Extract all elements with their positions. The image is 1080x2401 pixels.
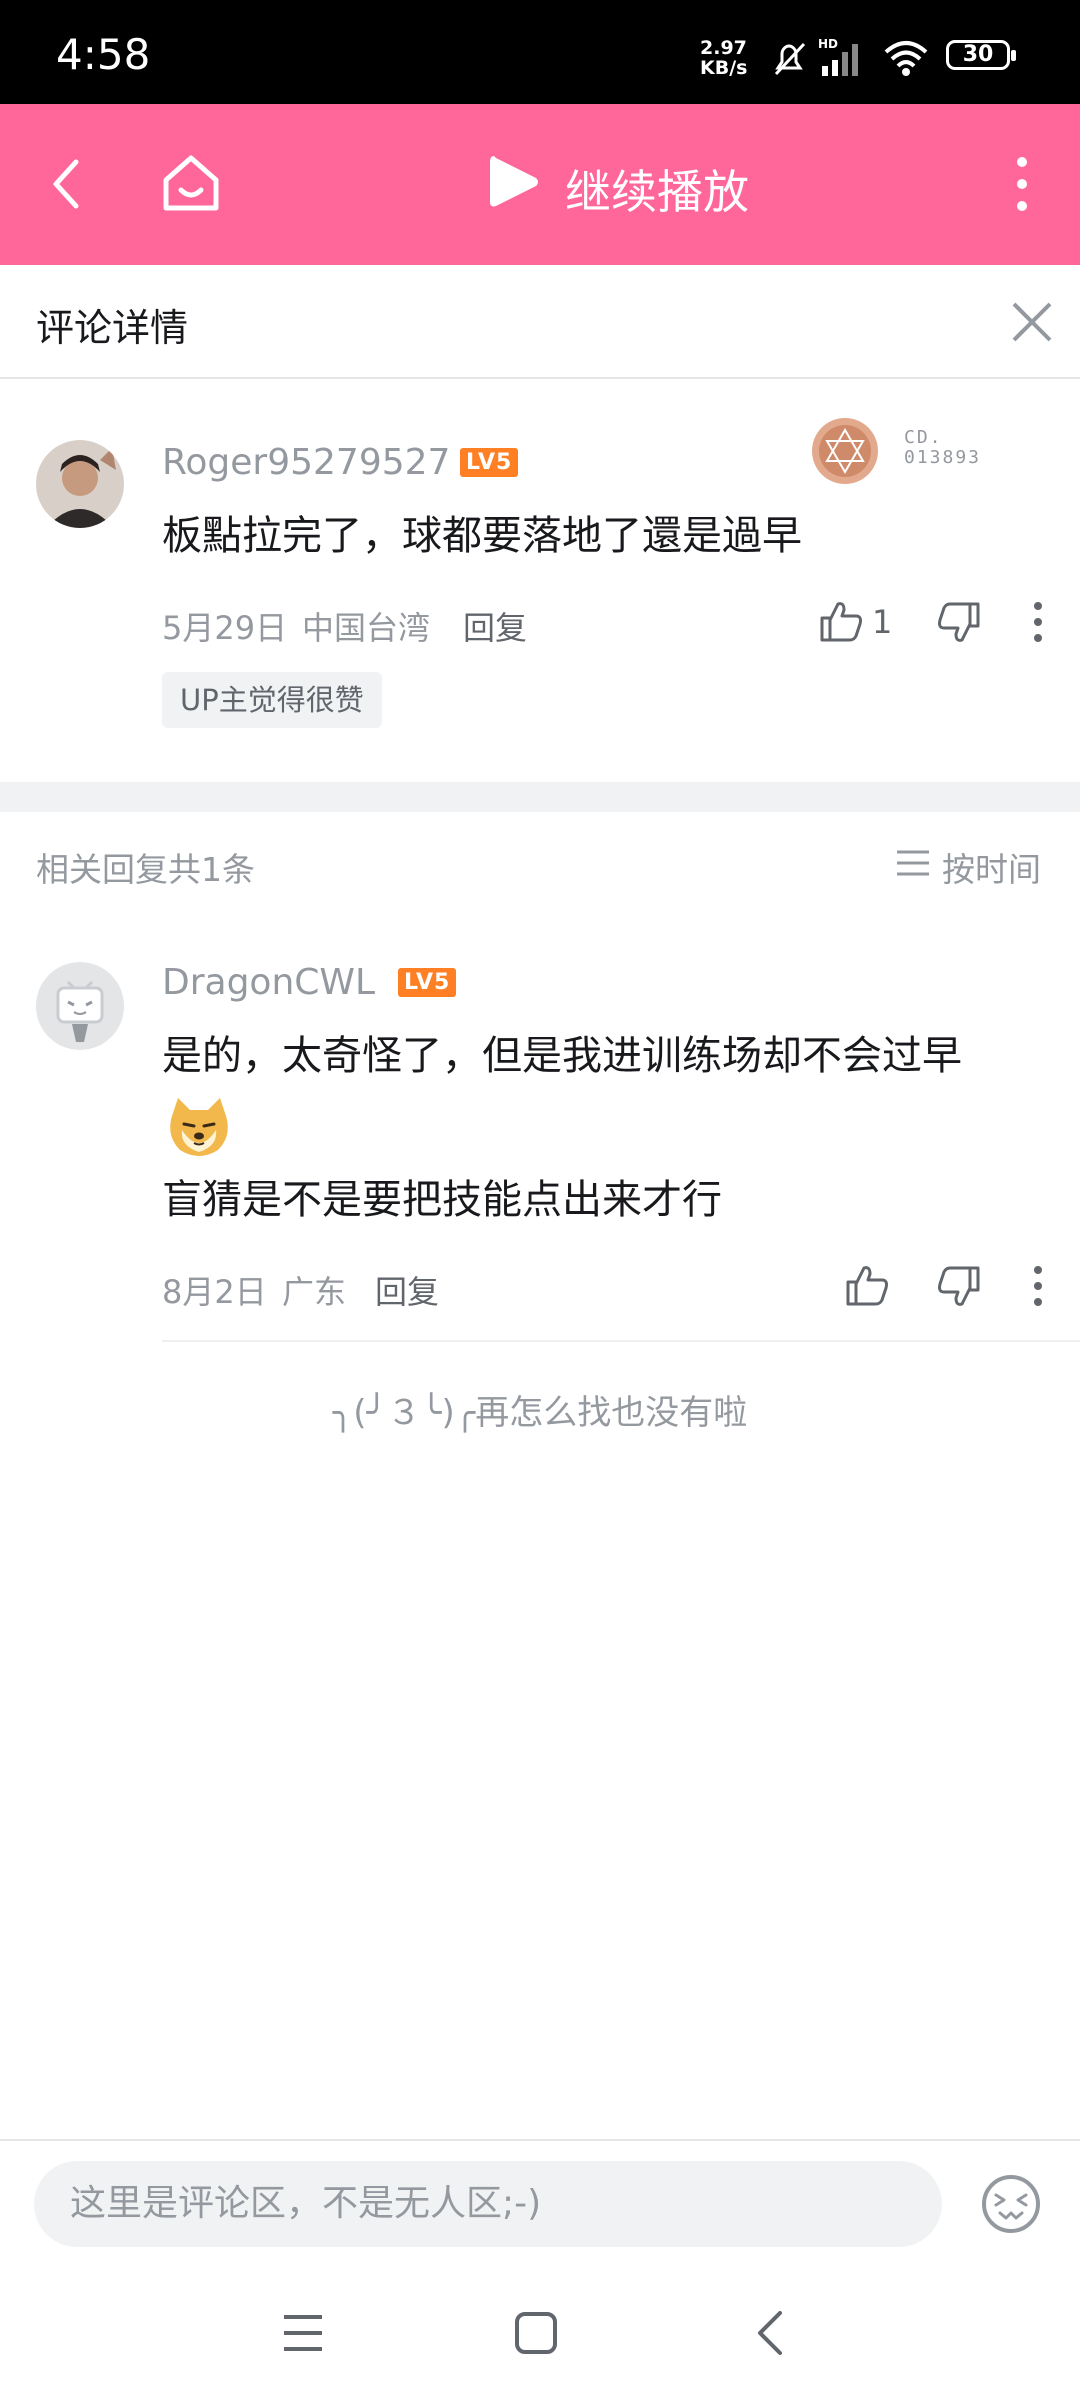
mute-bell-icon — [774, 42, 806, 76]
reply-more-icon[interactable] — [1030, 1264, 1046, 1308]
continue-play-label[interactable]: 继续播放 — [565, 156, 749, 222]
sort-by-time-button[interactable]: 按时间 — [942, 843, 1041, 891]
signal-icon: HD — [818, 37, 858, 76]
more-vertical-icon[interactable] — [1012, 154, 1032, 214]
comment-username[interactable]: Roger95279527 — [162, 442, 450, 483]
avatar[interactable] — [36, 440, 124, 528]
like-icon[interactable] — [818, 598, 864, 644]
comment-more-icon[interactable] — [1030, 600, 1046, 644]
continue-play-button[interactable] — [488, 152, 540, 212]
back-nav-icon[interactable] — [752, 2309, 786, 2357]
home-icon[interactable] — [160, 152, 222, 214]
end-of-list-message: ╮(╯３╰)╭再怎么找也没有啦 — [332, 1393, 748, 1433]
doge-emoji-icon — [170, 1098, 228, 1156]
network-speed: 2.97 KB/s — [700, 37, 748, 79]
comment-input[interactable]: 这里是评论区，不是无人区;-) — [34, 2161, 942, 2247]
reply-button[interactable]: 回复 — [375, 1267, 439, 1313]
reply-content-line2: 盲猜是不是要把技能点出来才行 — [162, 1177, 722, 1223]
status-bar: 4:58 2.97 KB/s HD 30 — [0, 0, 1080, 104]
svg-text:HD: HD — [818, 37, 838, 51]
back-icon[interactable] — [46, 154, 86, 214]
level-badge: LV5 — [398, 968, 457, 997]
like-count: 1 — [872, 603, 893, 641]
top-app-bar: 继续播放 — [0, 104, 1080, 265]
dislike-icon[interactable] — [936, 1264, 982, 1310]
play-icon — [490, 156, 538, 207]
battery-indicator: 30 — [946, 40, 1016, 70]
reply-date: 8月2日 — [162, 1273, 267, 1311]
comment-detail-header: 评论详情 — [0, 265, 1080, 379]
comment-input-bar: 这里是评论区，不是无人区;-) — [0, 2139, 1080, 2265]
level-badge: LV5 — [460, 448, 519, 477]
comment-content: 板點拉完了，球都要落地了還是過早 — [162, 513, 802, 559]
comment-location: 中国台湾 — [302, 609, 431, 647]
home-nav-icon[interactable] — [514, 2311, 558, 2355]
up-liked-tag: UP主觉得很赞 — [162, 672, 382, 728]
like-icon[interactable] — [844, 1262, 890, 1308]
comment-date: 5月29日 — [162, 609, 288, 647]
fan-medal-icon — [812, 418, 878, 484]
page-title: 评论详情 — [36, 306, 189, 350]
wifi-icon — [884, 41, 928, 76]
reply-divider — [162, 1340, 1080, 1342]
reply-content-line1: 是的，太奇怪了，但是我进训练场却不会过早 — [162, 1033, 962, 1079]
dislike-icon[interactable] — [936, 600, 982, 646]
close-icon[interactable] — [1010, 300, 1054, 344]
avatar[interactable] — [36, 962, 124, 1050]
reply-location: 广东 — [282, 1273, 347, 1311]
menu-icon[interactable] — [282, 2313, 324, 2353]
reply-count-label: 相关回复共1条 — [36, 850, 255, 889]
sort-icon[interactable] — [895, 848, 931, 878]
emoji-icon[interactable] — [980, 2173, 1042, 2235]
status-time: 4:58 — [56, 30, 151, 79]
reply-username[interactable]: DragonCWL — [162, 962, 375, 1003]
fan-medal-number: CD. 013893 — [904, 427, 982, 468]
system-nav-bar — [0, 2265, 1080, 2401]
section-divider — [0, 782, 1080, 812]
reply-button[interactable]: 回复 — [463, 603, 527, 649]
